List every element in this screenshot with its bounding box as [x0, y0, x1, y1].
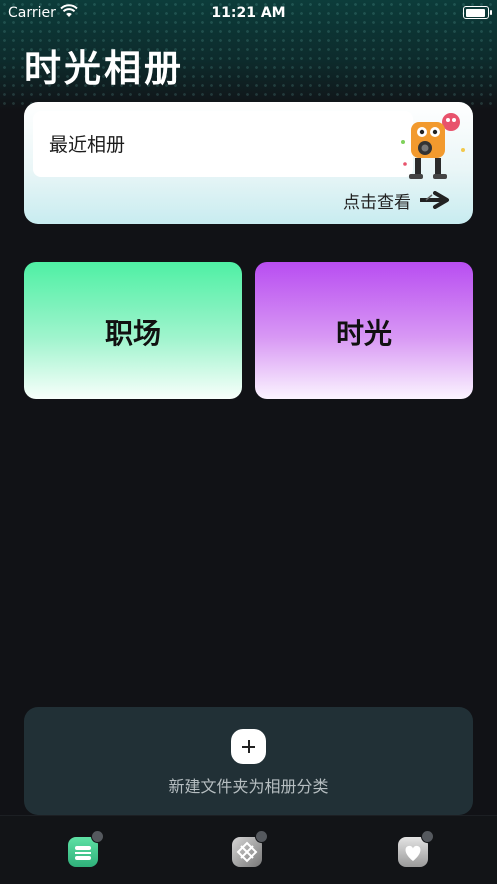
recent-album-view-link[interactable]: 点击查看: [343, 188, 411, 213]
tab-badge-dot: [421, 830, 434, 843]
arrow-right-icon[interactable]: [420, 191, 450, 209]
tab-badge-dot: [255, 830, 268, 843]
status-time: 11:21 AM: [211, 5, 286, 21]
new-folder-card[interactable]: 新建文件夹为相册分类: [24, 707, 473, 815]
category-tile-time[interactable]: 时光: [255, 262, 473, 399]
recent-album-title: 最近相册: [49, 134, 126, 156]
page-title: 时光相册: [24, 47, 184, 90]
category-tile-work[interactable]: 职场: [24, 262, 242, 399]
tab-bar: [0, 815, 497, 884]
album-tab-icon[interactable]: [68, 830, 104, 867]
category-tile-label: 职场: [104, 317, 161, 350]
status-bar: Carrier 11:21 AM: [0, 0, 497, 26]
battery-icon: [463, 6, 492, 19]
mascot-illustration-icon: [401, 113, 465, 179]
add-icon[interactable]: [231, 729, 266, 764]
category-tile-label: 时光: [335, 317, 392, 350]
new-folder-label: 新建文件夹为相册分类: [168, 777, 329, 796]
favorites-tab-icon[interactable]: [398, 830, 434, 867]
tab-badge-dot: [91, 830, 104, 843]
gallery-tab-icon[interactable]: [232, 830, 268, 867]
